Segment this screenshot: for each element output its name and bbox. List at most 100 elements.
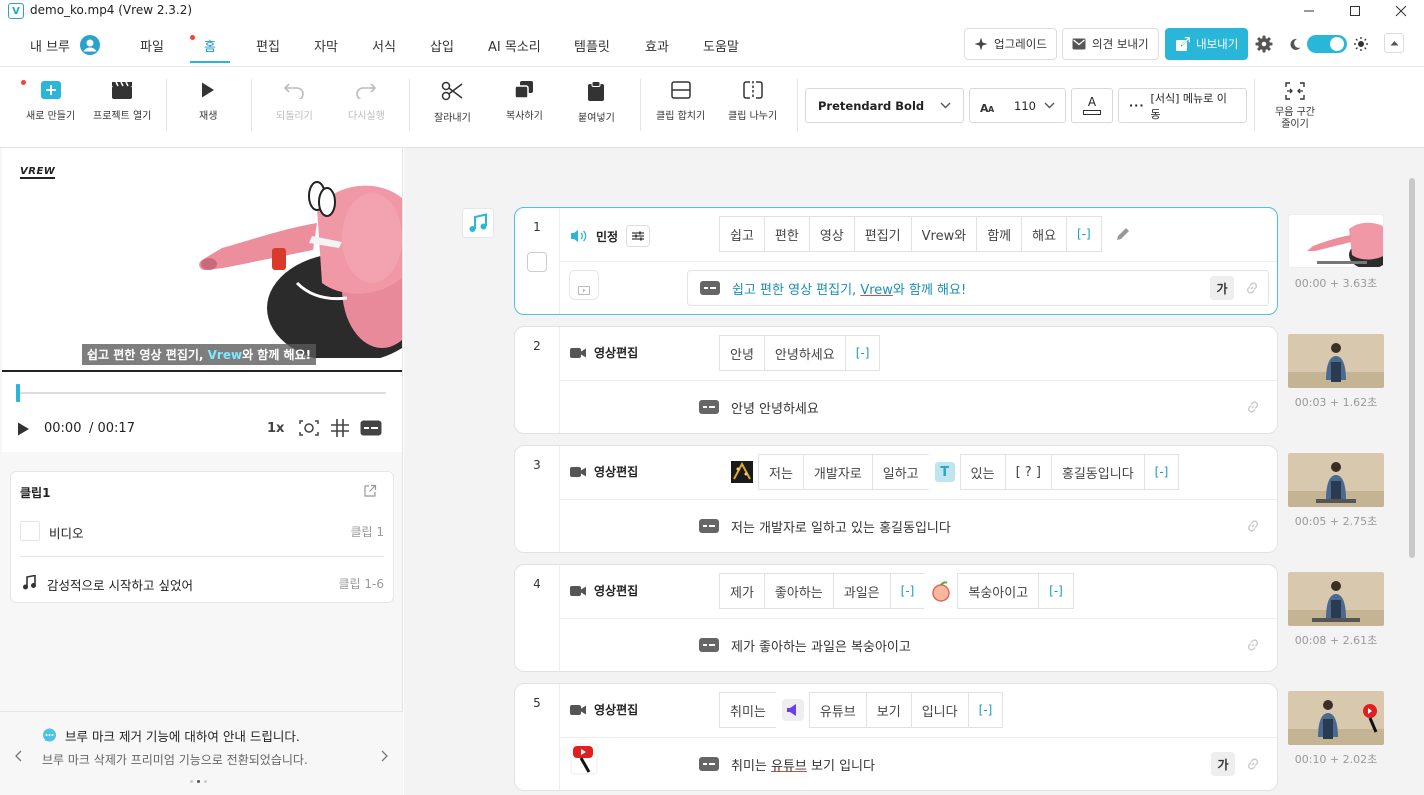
link-icon[interactable]	[1245, 399, 1261, 415]
open-external-icon[interactable]	[363, 484, 377, 498]
undo-button[interactable]: 되돌리기	[276, 81, 313, 122]
feedback-button[interactable]: 의견 보내기	[1062, 28, 1159, 60]
minimize-button[interactable]	[1286, 0, 1332, 22]
silence-gap-chip[interactable]: [-]	[844, 335, 881, 371]
seek-handle[interactable]	[16, 384, 20, 402]
word-chip[interactable]: 해요	[1021, 216, 1068, 252]
new-project-button[interactable]: 새로 만들기	[26, 81, 75, 122]
speaker-label[interactable]: 영상편집	[570, 582, 638, 599]
bgm-button[interactable]	[462, 208, 494, 238]
word-chip[interactable]: 안녕하세요	[763, 335, 846, 371]
word-chip[interactable]: 개발자로	[802, 454, 873, 490]
tab-insert[interactable]: 삽입	[430, 36, 454, 55]
word-chip[interactable]: 있는	[959, 454, 1006, 490]
shorten-silence-button[interactable]: 무음 구간 줄이기	[1275, 81, 1315, 131]
silence-gap-chip[interactable]: [-]	[1143, 454, 1180, 490]
inserted-text-chip[interactable]: T	[928, 454, 961, 490]
clip-thumbnail[interactable]	[1288, 214, 1384, 268]
editor-scrollbar[interactable]	[1409, 178, 1415, 558]
link-icon[interactable]	[1245, 637, 1261, 653]
word-chip[interactable]: 편집기	[853, 216, 912, 252]
clip-thumbnail[interactable]	[1288, 691, 1384, 745]
subtitle-field[interactable]: 안녕 안녕하세요	[687, 389, 1269, 425]
clip-row[interactable]: 3 영상편집 저는 개발자로 일하고 T 있는 [ ? ] 홍길동입니다 [-]…	[514, 445, 1278, 553]
word-chip[interactable]: 입니다	[910, 692, 969, 728]
word-chip[interactable]: [ ? ]	[1004, 454, 1052, 490]
word-chip[interactable]: 편한	[763, 216, 810, 252]
clip-thumbnail[interactable]	[1288, 572, 1384, 626]
clip-thumbnail[interactable]	[1288, 453, 1384, 507]
word-chip[interactable]: 제가	[719, 573, 765, 609]
tab-help[interactable]: 도움말	[703, 36, 739, 55]
cut-button[interactable]: 잘라내기	[434, 81, 471, 124]
inserted-sound-chip[interactable]	[775, 692, 810, 728]
tab-template[interactable]: 템플릿	[574, 36, 610, 55]
font-size-select[interactable]: AA 110	[969, 88, 1066, 123]
player-play-icon[interactable]	[16, 421, 30, 437]
silence-gap-chip[interactable]: [-]	[967, 692, 1004, 728]
tab-format[interactable]: 서식	[372, 36, 396, 55]
grid-icon[interactable]	[331, 419, 349, 437]
subtitle-field[interactable]: 제가 좋아하는 과일은 복숭아이고	[687, 627, 1269, 663]
word-chip[interactable]: 보기	[865, 692, 912, 728]
clip-row[interactable]: 5 영상편집 취미는 유튜브 보기 입니다 [-] 취미는 유튜브 보기 입니다…	[514, 683, 1278, 791]
word-chip[interactable]: 좋아하는	[763, 573, 834, 609]
subtitle-spellcheck-word[interactable]: Vrew	[860, 283, 893, 298]
tab-subtitle[interactable]: 자막	[314, 36, 338, 55]
word-chip[interactable]: 복숭아이고	[957, 573, 1040, 609]
paste-button[interactable]: 붙여넣기	[578, 81, 615, 124]
clip-checkbox[interactable]	[527, 252, 547, 272]
subtitle-style-button[interactable]: 가	[1210, 276, 1234, 300]
merge-clip-button[interactable]: 클립 합치기	[656, 81, 705, 122]
clip-thumbnail[interactable]	[1288, 334, 1384, 388]
link-icon[interactable]	[1244, 280, 1260, 296]
chevron-right-icon[interactable]	[381, 750, 388, 762]
tab-file[interactable]: 파일	[140, 36, 164, 55]
play-button[interactable]: 재생	[199, 81, 217, 122]
word-chip[interactable]: 과일은	[832, 573, 891, 609]
word-chip[interactable]: 함께	[976, 216, 1023, 252]
word-chip[interactable]: 취미는	[719, 692, 777, 728]
speaker-label[interactable]: 영상편집	[570, 701, 638, 718]
tab-edit[interactable]: 편집	[256, 36, 280, 55]
video-preview[interactable]: VREW 쉽고 편한 영상 편집기, Vrew와 함께 해요!	[2, 148, 402, 372]
word-chip[interactable]: 일하고	[871, 454, 930, 490]
word-chip[interactable]: 영상	[808, 216, 855, 252]
upgrade-button[interactable]: 업그레이드	[964, 28, 1057, 60]
word-chip[interactable]: Vrew와	[910, 216, 978, 252]
speaker-label[interactable]: 영상편집	[570, 463, 638, 480]
subtitle-toggle-icon[interactable]	[360, 420, 382, 436]
link-icon[interactable]	[1245, 518, 1261, 534]
subtitle-style-button[interactable]: 가	[1211, 752, 1235, 776]
link-icon[interactable]	[1245, 756, 1261, 772]
collapse-ribbon-button[interactable]	[1384, 33, 1404, 53]
silence-gap-chip[interactable]: [-]	[889, 573, 926, 609]
subtitle-spellcheck-word[interactable]: 유튜브	[771, 759, 807, 774]
clip-media-slot[interactable]	[569, 270, 599, 300]
screenshot-camera-icon[interactable]	[299, 419, 319, 437]
word-chip[interactable]: 쉽고	[719, 216, 765, 252]
word-chip[interactable]: 홍길동입니다	[1050, 454, 1145, 490]
split-clip-button[interactable]: 클립 나누기	[728, 81, 777, 122]
silence-gap-chip[interactable]: [-]	[1066, 216, 1102, 252]
subtitle-field[interactable]: 쉽고 편한 영상 편집기, Vrew와 함께 해요! 가	[687, 270, 1269, 306]
open-project-button[interactable]: 프로젝트 열기	[93, 81, 151, 122]
format-menu-button[interactable]: ··· [서식] 메뉴로 이동	[1118, 88, 1247, 123]
tab-ai-voice[interactable]: AI 목소리	[488, 36, 541, 55]
tab-home[interactable]: 홈	[204, 36, 216, 55]
inserted-sticker-chip[interactable]	[924, 573, 959, 609]
word-chip[interactable]: 안녕	[719, 335, 765, 371]
copy-button[interactable]: 복사하기	[506, 81, 543, 122]
word-chip[interactable]: 유튜브	[808, 692, 867, 728]
font-family-select[interactable]: Pretendard Bold	[805, 88, 964, 123]
theme-toggle[interactable]	[1307, 35, 1347, 53]
maximize-button[interactable]	[1332, 0, 1378, 22]
seek-bar[interactable]	[16, 384, 386, 402]
speaker-label[interactable]: 민정	[570, 225, 651, 247]
font-color-button[interactable]: A	[1071, 88, 1113, 123]
inserted-image-chip[interactable]	[725, 454, 759, 490]
redo-button[interactable]: 다시실행	[348, 81, 385, 122]
word-chip[interactable]: 저는	[758, 454, 804, 490]
chevron-left-icon[interactable]	[15, 750, 22, 762]
clip-row[interactable]: 1 민정 쉽고 편한 영상 편집기 Vrew와 함께 해요 [-] 쉽고 편한	[514, 207, 1278, 315]
